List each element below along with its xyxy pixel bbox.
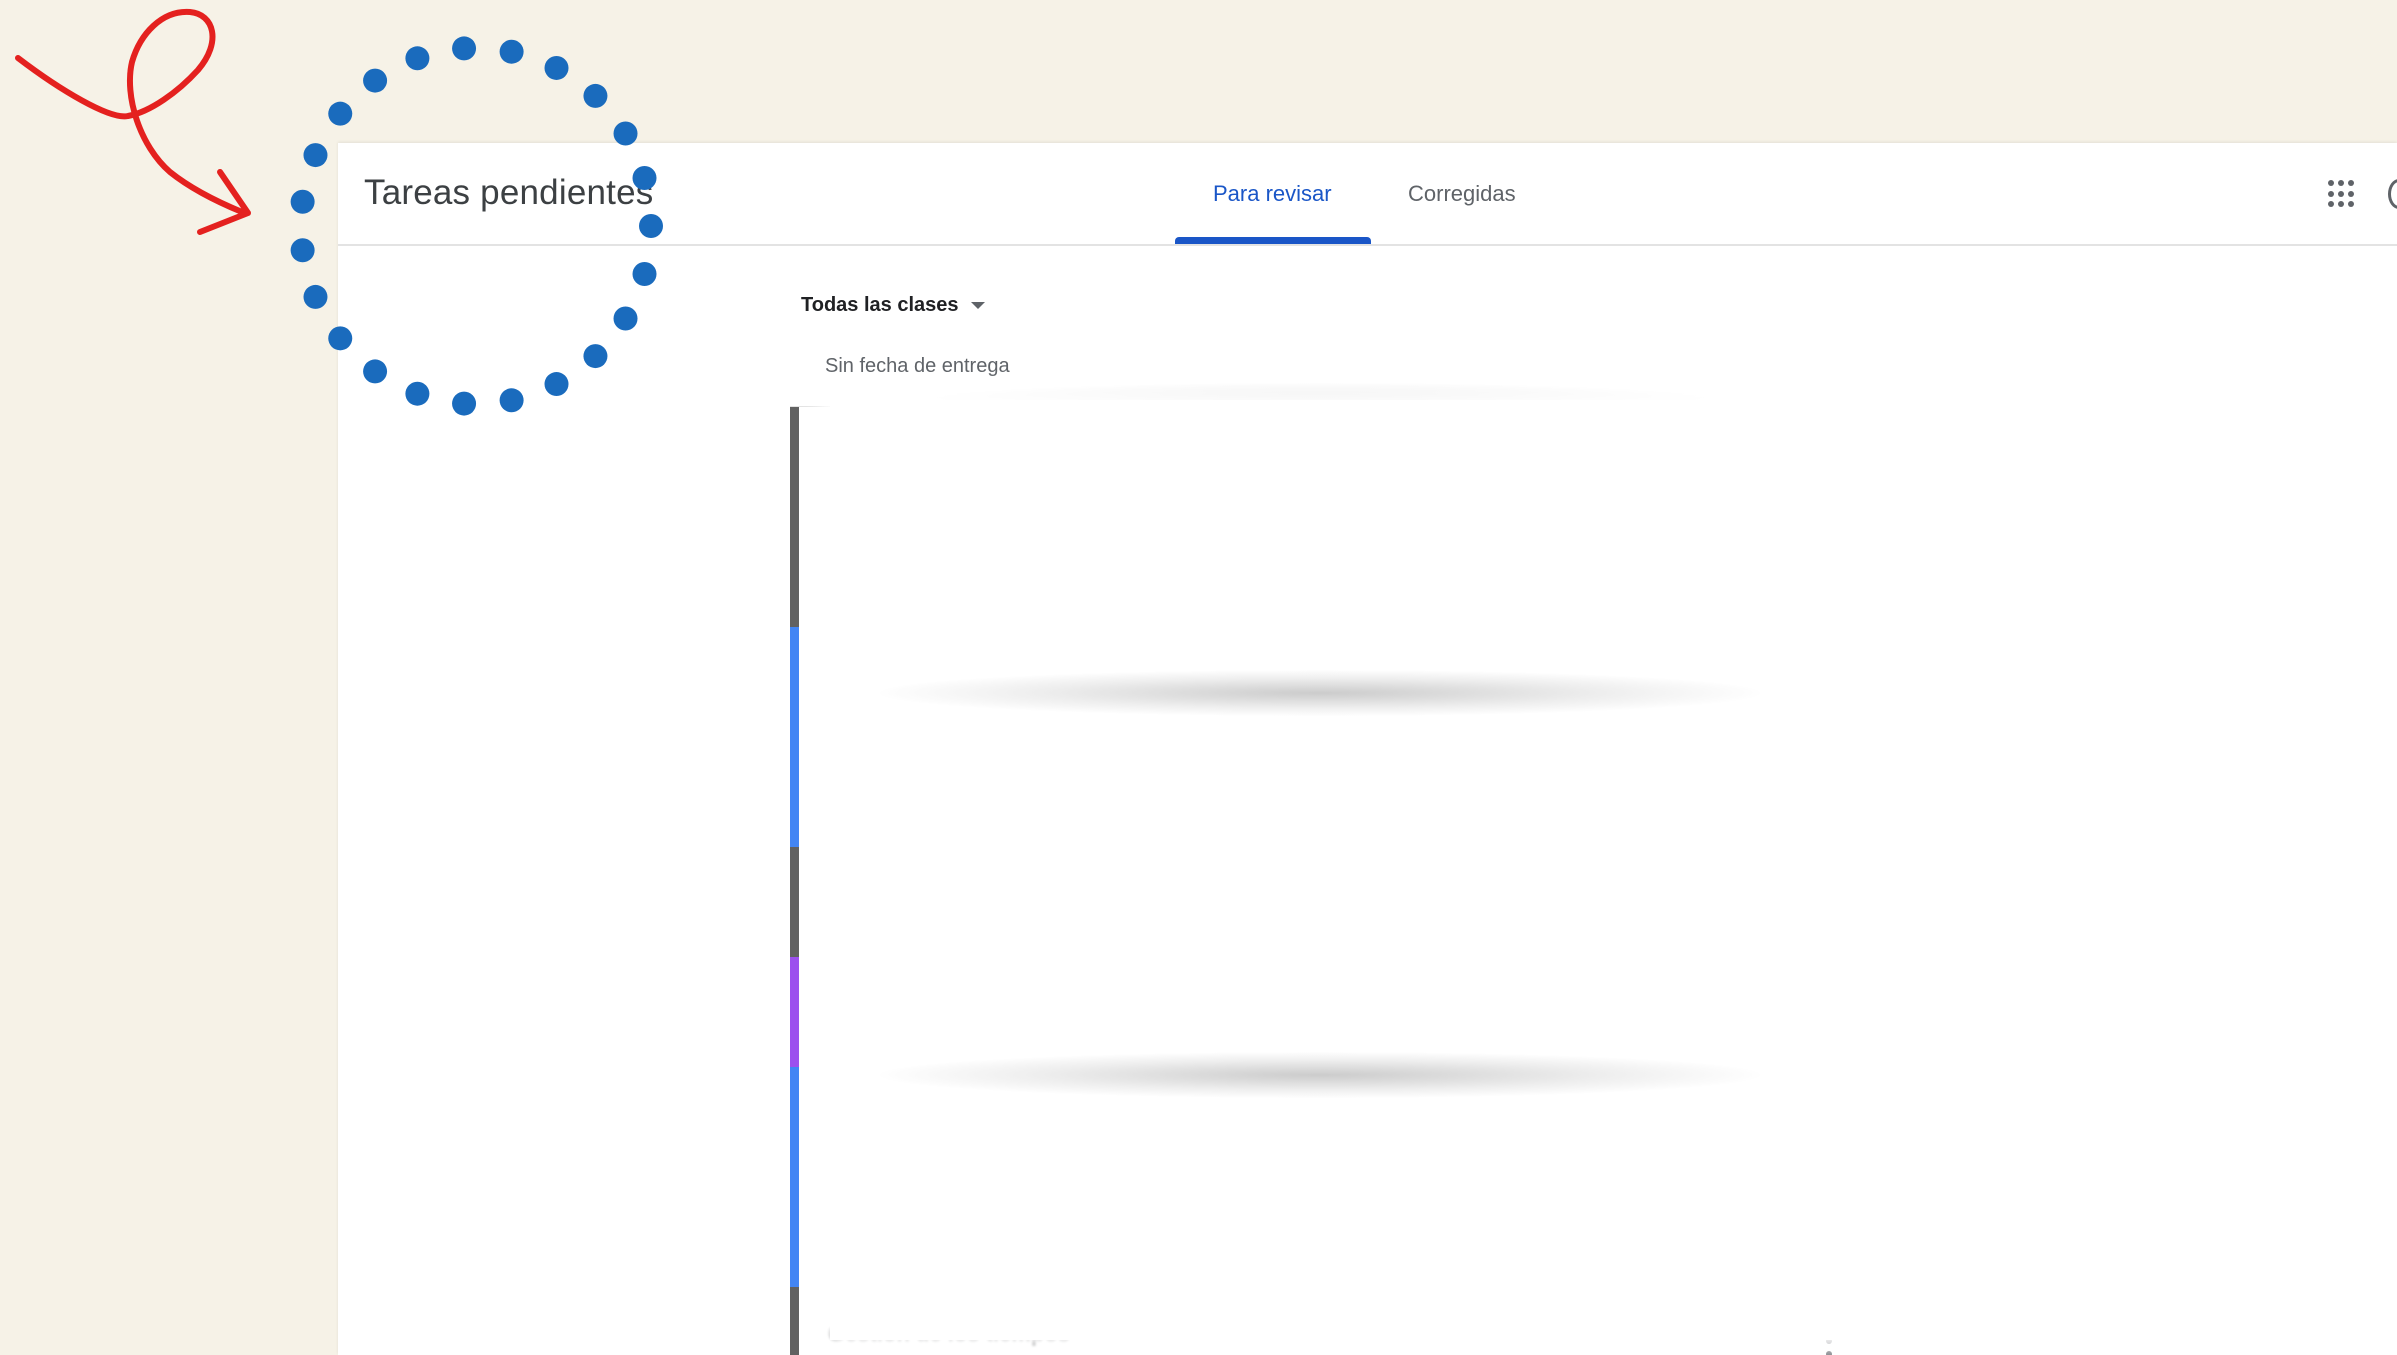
redaction-shadow <box>880 1052 1760 1098</box>
annotation-dot <box>452 36 477 61</box>
annotation-dot <box>639 214 663 238</box>
annotation-dot <box>583 83 608 108</box>
class-color-bar <box>790 1067 799 1177</box>
annotation-dot <box>405 46 430 71</box>
chevron-down-icon <box>970 302 985 310</box>
class-color-bar <box>790 1287 799 1355</box>
annotation-dot <box>632 262 657 287</box>
annotation-dot <box>583 344 608 369</box>
class-color-bar <box>790 847 799 957</box>
annotation-dot <box>363 68 388 93</box>
annotation-dot <box>499 39 524 64</box>
annotation-dotted-circle <box>290 36 663 416</box>
annotation-dot <box>328 101 353 126</box>
class-filter-dropdown[interactable]: Todas las clases <box>801 294 985 317</box>
tab-corregidas[interactable]: Corregidas <box>1408 181 1516 207</box>
section-label: Sin fecha de entrega <box>825 355 1010 377</box>
tab-para-revisar[interactable]: Para revisar <box>1213 181 1332 207</box>
annotation-dot <box>613 121 638 146</box>
class-color-bar <box>790 407 799 517</box>
apps-grid-icon[interactable] <box>2328 180 2356 208</box>
annotation-dot <box>613 306 638 331</box>
active-tab-indicator <box>1175 237 1371 244</box>
redaction-shadow <box>880 670 1760 716</box>
annotation-dot <box>303 284 328 309</box>
redaction-overlay <box>830 400 1895 1340</box>
annotation-dot <box>363 359 388 384</box>
annotation-dot <box>544 372 569 397</box>
annotation-arrow-icon <box>15 8 251 235</box>
class-color-bar <box>790 957 799 1067</box>
annotation-dot <box>544 55 569 80</box>
class-color-bar <box>790 1177 799 1287</box>
annotation-dot <box>290 189 315 214</box>
annotation-dot <box>290 238 315 263</box>
annotation-dot <box>632 165 657 190</box>
annotation-dot <box>499 388 524 413</box>
class-color-bar <box>790 737 799 847</box>
annotation-dot <box>328 326 353 351</box>
class-filter-value: Todas las clases <box>801 294 959 316</box>
class-color-bar <box>790 627 799 737</box>
annotation-dot <box>303 143 328 168</box>
annotation-dot <box>452 391 477 416</box>
account-icon[interactable] <box>2388 179 2397 209</box>
annotation-dot <box>405 381 430 406</box>
class-color-bar <box>790 517 799 627</box>
